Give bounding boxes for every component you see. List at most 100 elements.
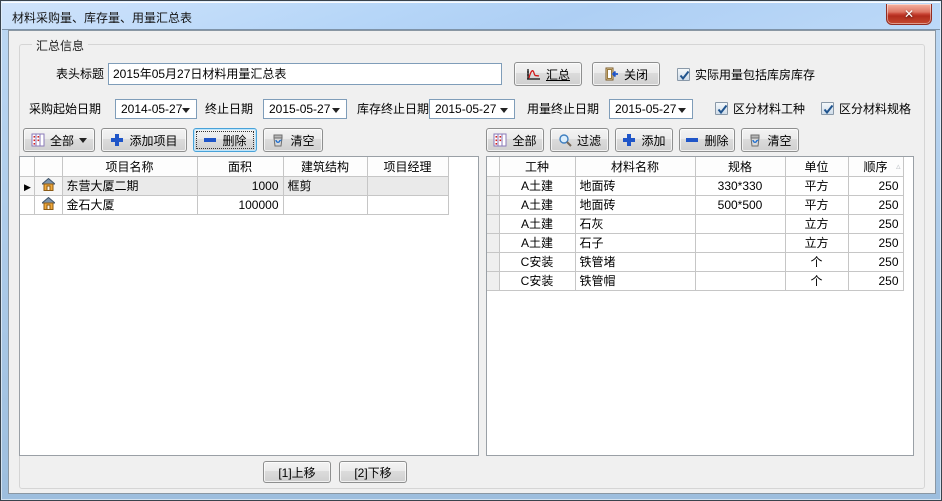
projects-table[interactable]: 项目名称 面积 建筑结构 项目经理 ▶ 东营大厦二期 1000 框剪 金石大厦 (19, 156, 479, 456)
current-row-marker-icon: ▶ (24, 182, 31, 192)
cell-project-name[interactable]: 金石大厦 (62, 195, 197, 214)
move-up-button[interactable]: [1]上移 (263, 461, 331, 483)
right-delete-button[interactable]: 删除 (679, 128, 735, 152)
app-window: 材料采购量、库存量、用量汇总表 ✕ 汇总信息 表头标题 2015年05月27日材… (0, 0, 942, 501)
usage-end-date-select[interactable]: 2015-05-27 (609, 99, 693, 119)
split-worktype-checkbox[interactable]: 区分材料工种 (715, 100, 805, 117)
cell-spec[interactable] (695, 214, 785, 233)
cell-unit[interactable]: 个 (785, 252, 848, 271)
col-structure[interactable]: 建筑结构 (283, 157, 367, 176)
col-unit[interactable]: 单位 (785, 157, 848, 176)
col-manager[interactable]: 项目经理 (367, 157, 448, 176)
cell-material[interactable]: 石灰 (575, 214, 695, 233)
cell-spec[interactable]: 330*330 (695, 176, 785, 195)
cell-project-name[interactable]: 东营大厦二期 (62, 176, 197, 195)
header-title-input[interactable]: 2015年05月27日材料用量汇总表 (108, 63, 502, 85)
col-area[interactable]: 面积 (197, 157, 283, 176)
cell-manager[interactable] (367, 176, 448, 195)
move-down-button[interactable]: [2]下移 (339, 461, 407, 483)
split-worktype-checkbox-label: 区分材料工种 (733, 100, 805, 117)
filter-button[interactable]: 过滤 (550, 128, 609, 152)
right-add-button[interactable]: 添加 (615, 128, 673, 152)
col-material-name[interactable]: 材料名称 (575, 157, 695, 176)
purchase-start-date-select[interactable]: 2014-05-27 (115, 99, 197, 119)
include-stock-checkbox[interactable]: 实际用量包括库房库存 (677, 66, 815, 83)
col-spec[interactable]: 规格 (695, 157, 785, 176)
close-dialog-button[interactable]: 关闭 (592, 62, 660, 86)
cell-order[interactable]: 250 (848, 252, 903, 271)
purchase-end-date-select[interactable]: 2015-05-27 (263, 99, 347, 119)
purchase-end-label: 终止日期 (205, 99, 253, 119)
col-project-name[interactable]: 项目名称 (62, 157, 197, 176)
right-all-button[interactable]: 全部 (486, 128, 544, 152)
cell-worktype[interactable]: C安装 (499, 271, 575, 290)
cell-order[interactable]: 250 (848, 233, 903, 252)
cell-area[interactable]: 100000 (197, 195, 283, 214)
col-worktype[interactable]: 工种 (499, 157, 575, 176)
cell-area[interactable]: 1000 (197, 176, 283, 195)
cell-worktype[interactable]: A土建 (499, 176, 575, 195)
cell-spec[interactable] (695, 252, 785, 271)
right-clear-button[interactable]: 清空 (741, 128, 799, 152)
stock-end-date-select[interactable]: 2015-05-27 (429, 99, 515, 119)
checkbox-box (821, 102, 834, 115)
cell-manager[interactable] (367, 195, 448, 214)
cell-order[interactable]: 250 (848, 176, 903, 195)
checkbox-box (715, 102, 728, 115)
purchase-start-date-value: 2014-05-27 (121, 102, 182, 116)
split-spec-checkbox-label: 区分材料规格 (839, 100, 911, 117)
left-clear-button[interactable]: 清空 (263, 128, 323, 152)
cell-material[interactable]: 石子 (575, 233, 695, 252)
table-row[interactable]: ▶ 东营大厦二期 1000 框剪 (20, 176, 448, 195)
title-bar[interactable]: 材料采购量、库存量、用量汇总表 ✕ (2, 2, 940, 30)
table-row[interactable]: A土建 地面砖 330*330 平方 250 (487, 176, 903, 195)
table-grid-icon (493, 133, 507, 147)
chevron-down-icon (500, 108, 508, 113)
materials-header-row: 工种 材料名称 规格 单位 顺序▵ (487, 157, 903, 176)
cell-unit[interactable]: 平方 (785, 176, 848, 195)
check-icon (678, 69, 689, 81)
chevron-down-icon (678, 108, 686, 113)
left-delete-button[interactable]: 删除 (193, 128, 257, 152)
table-row[interactable]: C安装 铁管帽 个 250 (487, 271, 903, 290)
right-delete-button-label: 删除 (704, 132, 728, 149)
split-spec-checkbox[interactable]: 区分材料规格 (821, 100, 911, 117)
materials-table[interactable]: 工种 材料名称 规格 单位 顺序▵ A土建 地面砖 330*330 平方 250… (486, 156, 914, 456)
summarize-button[interactable]: 汇总 (514, 62, 582, 86)
cell-worktype[interactable]: C安装 (499, 252, 575, 271)
table-row[interactable]: A土建 石子 立方 250 (487, 233, 903, 252)
cell-unit[interactable]: 平方 (785, 195, 848, 214)
row-selector-header (487, 157, 499, 176)
cell-unit[interactable]: 个 (785, 271, 848, 290)
left-clear-button-label: 清空 (290, 132, 314, 149)
cell-spec[interactable]: 500*500 (695, 195, 785, 214)
exit-door-icon (604, 67, 619, 81)
table-row[interactable]: C安装 铁管堵 个 250 (487, 252, 903, 271)
cell-structure[interactable]: 框剪 (283, 176, 367, 195)
cell-worktype[interactable]: A土建 (499, 195, 575, 214)
cell-material[interactable]: 地面砖 (575, 176, 695, 195)
cell-order[interactable]: 250 (848, 214, 903, 233)
cell-worktype[interactable]: A土建 (499, 214, 575, 233)
add-project-button[interactable]: 添加项目 (101, 128, 187, 152)
cell-spec[interactable] (695, 271, 785, 290)
cell-material[interactable]: 铁管堵 (575, 252, 695, 271)
cell-structure[interactable] (283, 195, 367, 214)
cell-unit[interactable]: 立方 (785, 233, 848, 252)
left-all-button[interactable]: 全部 (23, 128, 95, 152)
cell-unit[interactable]: 立方 (785, 214, 848, 233)
cell-order[interactable]: 250 (848, 195, 903, 214)
table-row[interactable]: A土建 地面砖 500*500 平方 250 (487, 195, 903, 214)
magnifier-icon (558, 133, 572, 147)
cell-material[interactable]: 地面砖 (575, 195, 695, 214)
cell-order[interactable]: 250 (848, 271, 903, 290)
add-project-button-label: 添加项目 (129, 132, 177, 149)
cell-material[interactable]: 铁管帽 (575, 271, 695, 290)
cell-spec[interactable] (695, 233, 785, 252)
close-window-button[interactable]: ✕ (886, 4, 932, 25)
col-order[interactable]: 顺序▵ (848, 157, 903, 176)
table-row[interactable]: A土建 石灰 立方 250 (487, 214, 903, 233)
cell-worktype[interactable]: A土建 (499, 233, 575, 252)
house-icon (42, 178, 55, 191)
table-row[interactable]: 金石大厦 100000 (20, 195, 448, 214)
